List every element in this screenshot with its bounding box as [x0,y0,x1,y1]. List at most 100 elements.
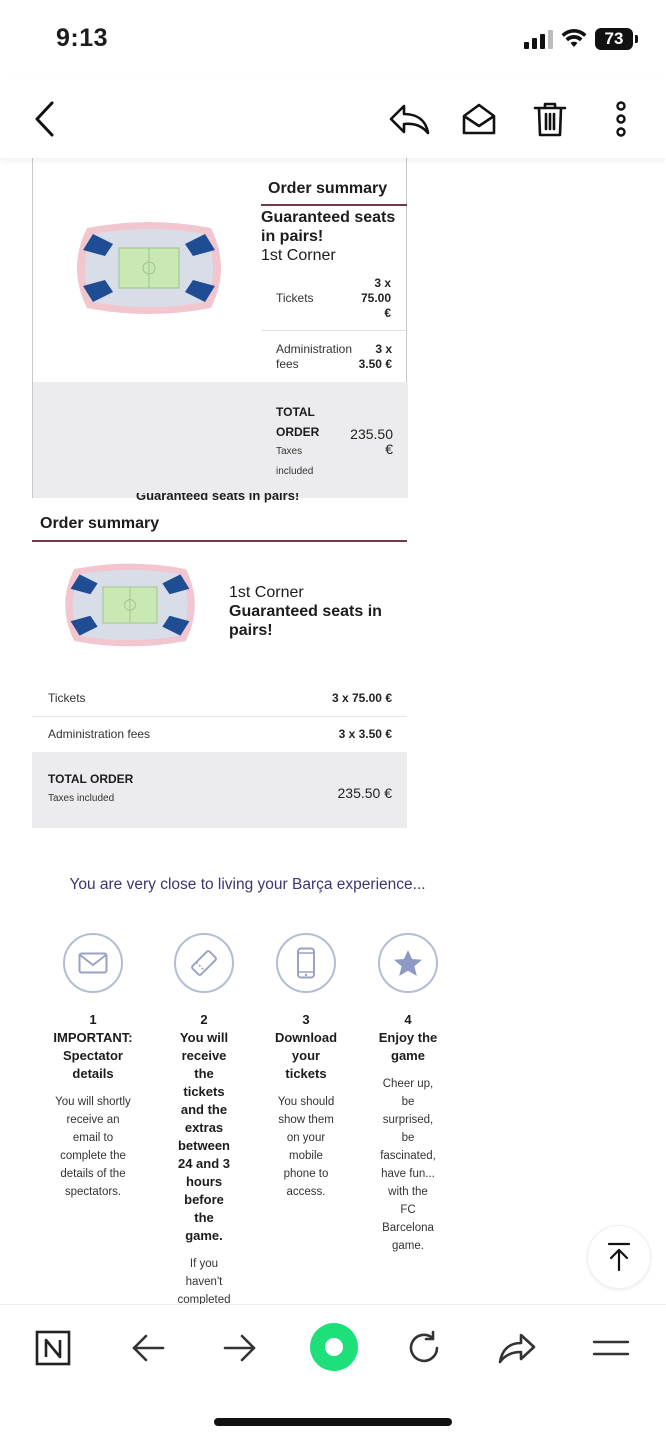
step-title-line: Enjoy the [378,1030,438,1045]
step-text-line: If you [189,1258,219,1270]
step-text-line: haven't [185,1276,223,1288]
ticket-icon [191,950,217,976]
total-value-line: € [385,441,393,457]
total-label-text: TOTAL ORDER [48,772,134,786]
step-title: IMPORTANT: Spectator details [43,1029,143,1083]
vertical-ellipsis-icon [616,101,626,137]
hamburger-menu-icon [592,1340,630,1356]
step-title-line: hours [185,1174,223,1189]
fees-value: 3 x 3.50 € [333,342,392,372]
fees-value-line: 3.50 € [358,357,392,371]
app-menu-button[interactable] [30,1325,76,1371]
step-title-line: the [194,1210,214,1225]
step-1-icon-circle [63,933,123,993]
step-title-line: game. [185,1228,223,1243]
total-order-value: 235.50 € [333,427,393,457]
stadium-map-image [77,222,221,314]
step-number: 1 [89,1012,97,1027]
order-summary-title-2: Order summary [40,515,160,532]
scroll-to-top-button[interactable] [587,1225,651,1289]
tickets-value: 3 x 75.00 € [333,276,391,321]
total-label-line: ORDER [276,425,320,439]
back-navigation-button[interactable] [125,1325,171,1371]
step-text-line: You should [277,1096,335,1108]
summary-divider-2 [32,540,407,542]
back-button[interactable] [22,96,68,142]
step-3: 3 Download your tickets You should show … [256,1011,356,1201]
clipped-product-heading: Guaranteed seats in pairs! [136,493,299,505]
step-text-line: be [401,1096,415,1108]
tickets-label-2: Tickets [48,691,86,705]
step-text-line: Cheer up, [382,1078,434,1090]
summary-divider [261,204,407,206]
step-number: 3 [302,1012,310,1027]
step-title-line: between [177,1138,230,1153]
step-text-line: have fun... [381,1168,435,1180]
arrow-right-icon [223,1334,256,1362]
mail-toolbar [0,80,666,158]
home-action-button[interactable] [309,1322,359,1372]
product-description: Guaranteed seats in pairs! 1st Corner [261,208,411,265]
menu-button[interactable] [588,1325,634,1371]
step-title: Download your tickets [256,1029,356,1083]
step-text-line: on your [286,1132,326,1144]
row-divider [261,330,407,331]
step-text-line: fascinated, [380,1150,436,1162]
fees-row: Administration fees 3 x 3.50 € [32,716,407,752]
stadium-map-image-2 [65,563,195,647]
tickets-row: Tickets 3 x 75.00 € [32,680,407,716]
step-title-line: Spectator [63,1048,123,1063]
envelope-open-icon [462,103,496,135]
home-indicator[interactable] [214,1418,452,1426]
arrow-up-to-line-icon [607,1242,631,1272]
product-sector: 1st Corner [261,247,336,264]
share-arrow-icon [498,1333,536,1364]
step-1: 1 IMPORTANT: Spectator details You will … [43,1011,143,1201]
step-2: 2 You will receive the tickets and the e… [154,1011,254,1304]
share-button[interactable] [494,1325,540,1371]
step-title: You will receive the tickets and the ext… [154,1029,254,1245]
step-3-icon-circle [276,933,336,993]
step-text-line: Barcelona [382,1222,434,1234]
step-title-line: before [184,1192,224,1207]
reload-icon [409,1330,439,1363]
product-description-2: 1st Corner Guaranteed seats in pairs! [229,583,399,640]
tickets-value-2: 3 x 75.00 € [331,691,392,705]
status-icons: 73 [524,28,638,50]
step-title-line: and the [180,1102,228,1117]
mark-unread-button[interactable] [456,96,502,142]
product-name: Guaranteed seats in pairs! [261,209,396,245]
step-text-line: You will shortly [55,1096,131,1108]
step-title-line: You will [179,1030,229,1045]
step-text-line: mobile [289,1150,323,1162]
step-title-line: receive [181,1048,227,1063]
step-title-line: tickets [285,1066,327,1081]
total-order-label-2: TOTAL ORDER Taxes included [48,772,133,804]
total-order-label: TOTAL ORDER Taxes included [276,402,319,482]
email-body: Order summary Guaranteed seats in pairs!… [0,158,666,1304]
status-time: 9:13 [56,24,109,52]
step-text-line: access. [286,1186,326,1198]
reload-button[interactable] [401,1325,447,1371]
step-title-line: the [194,1066,214,1081]
envelope-icon [78,952,108,974]
fees-label-2: Administration fees [48,727,151,741]
step-text-line: FC [400,1204,416,1216]
step-text-line: be [401,1132,415,1144]
delete-button[interactable] [527,96,573,142]
more-options-button[interactable] [598,96,644,142]
reply-button[interactable] [386,96,432,142]
step-2-icon-circle [174,933,234,993]
tickets-label: Tickets [276,291,314,305]
step-4: 4 Enjoy the game Cheer up, be surprised,… [358,1011,458,1255]
step-text-line: spectators. [64,1186,122,1198]
experience-heading: You are very close to living your Barça … [69,876,426,893]
step-number: 4 [404,1012,412,1027]
taxes-note: included [276,466,314,477]
step-text-line: completed [177,1294,231,1304]
n-logo-icon [35,1330,71,1366]
forward-navigation-button[interactable] [217,1325,263,1371]
step-text-line: surprised, [382,1114,434,1126]
step-title-line: game [391,1048,425,1063]
reply-icon [389,104,430,135]
